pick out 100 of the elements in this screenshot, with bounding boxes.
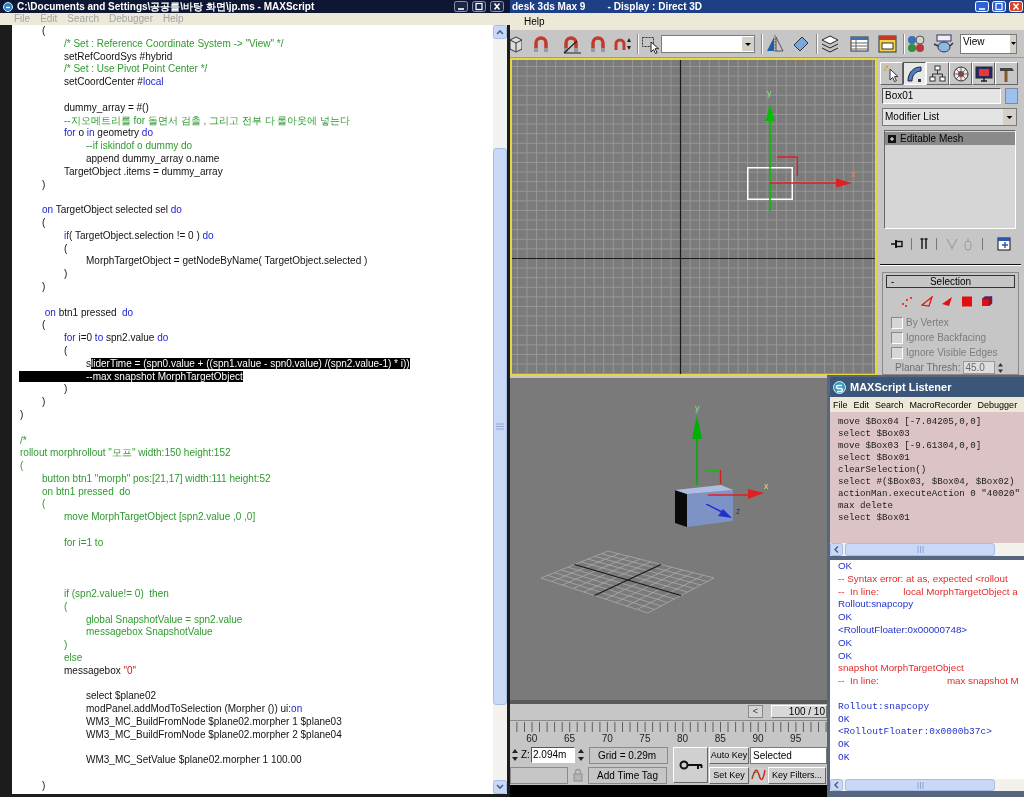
menu-item[interactable]: File <box>833 398 848 411</box>
menu-item[interactable]: Search <box>875 398 904 411</box>
code-line: on btn1 pressed do <box>42 485 131 499</box>
plane-handle[interactable] <box>705 469 722 484</box>
triangle-filled-icon[interactable] <box>941 296 953 307</box>
close-icon[interactable] <box>490 1 504 12</box>
output-line: <RolloutFloater:0x0000b37c> <box>838 726 993 740</box>
spinner-icon[interactable] <box>577 748 585 762</box>
code-line: ( <box>64 344 68 358</box>
output-line: -- In line: max snapshot M <box>838 675 1020 688</box>
rollout-title: Selection <box>928 276 973 287</box>
key-mode-dropdown[interactable]: Selected <box>750 746 827 764</box>
code-line: ( <box>42 319 46 333</box>
menu-item[interactable]: Help <box>524 15 545 28</box>
track-bar[interactable]: 60 65 70 75 80 85 90 95 <box>510 720 827 745</box>
code-line: ) <box>64 383 68 397</box>
box-object[interactable] <box>675 485 733 527</box>
plus-box-icon[interactable] <box>888 134 896 143</box>
code-line: select $Box03 <box>838 428 911 440</box>
input-field[interactable] <box>510 766 568 784</box>
table-icon[interactable] <box>850 33 869 54</box>
code-line: ( <box>42 498 46 512</box>
spheres-icon[interactable] <box>907 33 925 54</box>
output-line: OK <box>838 649 854 663</box>
tick-label: 85 <box>713 733 727 744</box>
coordinate-field[interactable]: 2.094m <box>531 747 575 763</box>
output-line: OK <box>838 739 851 752</box>
hierarchy-icon <box>928 64 947 83</box>
spinner-icon[interactable] <box>511 748 519 762</box>
scroll-up-icon[interactable] <box>493 25 507 39</box>
stacked-sheets-icon[interactable] <box>820 33 840 54</box>
minimize-icon[interactable] <box>454 1 468 12</box>
tick-label: 90 <box>751 733 765 744</box>
cube-icon[interactable] <box>981 296 993 307</box>
code-line: ) <box>42 280 46 294</box>
panel-tab[interactable] <box>903 62 926 85</box>
rollout-header[interactable]: - Selection <box>886 275 1015 288</box>
curve-icon[interactable] <box>750 767 767 783</box>
window-icon[interactable] <box>878 33 897 54</box>
menu-item[interactable]: Edit <box>853 398 870 411</box>
output-pane[interactable] <box>830 560 1024 779</box>
square-icon[interactable] <box>961 296 973 307</box>
magnet-icon[interactable] <box>532 33 550 54</box>
horizontal-scrollbar[interactable] <box>830 543 1024 556</box>
scrollbar-thumb[interactable] <box>493 148 507 705</box>
auto-key-button[interactable]: Auto Key <box>709 746 749 764</box>
code-line: ) <box>64 268 68 281</box>
scroll-down-icon[interactable] <box>493 780 507 794</box>
set-key-button[interactable]: Set Key <box>709 766 749 784</box>
code-line: ) <box>20 408 24 422</box>
bars-icon[interactable] <box>919 237 929 251</box>
stack-item[interactable]: Editable Mesh <box>885 132 1015 145</box>
time-slider-thumb[interactable]: 100 / 10 <box>771 705 827 718</box>
axis-label: x <box>764 482 769 491</box>
object-name-field[interactable]: Box01 <box>882 88 1001 104</box>
key-icon <box>678 759 703 771</box>
macro-recorder-pane[interactable]: move $Box04 [-7.04205,0,0] select $Box03 move $Box03 [-9.61304,0,0] select $Box01 clearSelection() select #($Box03, $Box04, $Box02) actionMan.executeAction 0 "40020" max delete select $Box01 <box>830 412 1024 543</box>
key-button[interactable] <box>673 747 708 783</box>
window-title: MAXScript Listener <box>850 380 952 394</box>
magnet-icon[interactable] <box>589 33 607 54</box>
maximize-icon[interactable] <box>472 1 486 12</box>
collapse-toggle[interactable]: - <box>887 276 899 287</box>
code-line: if (spn2.value!= 0) then <box>64 588 169 601</box>
code-line: --지오메트리를 for 돌면서 검출 , 그리고 전부 다 롤아웃에 넣는다 <box>64 114 351 128</box>
scroll-left-icon[interactable] <box>830 779 843 791</box>
magnet-angle-icon[interactable] <box>562 33 582 54</box>
horizontal-scrollbar[interactable] <box>830 779 1024 791</box>
time-tag-button[interactable]: Add Time Tag <box>588 766 667 784</box>
modifier-stack[interactable]: Editable Mesh <box>884 130 1016 229</box>
code-line: on TargetObject selected sel do <box>42 204 182 217</box>
output-line: Rollout:snapcopy <box>838 700 931 714</box>
grid-size-readout: Grid = 0.29m <box>589 746 668 764</box>
spinner-icon[interactable] <box>997 361 1005 374</box>
plane-handle[interactable] <box>777 156 799 176</box>
code-line: WM3_MC_BuildFromNode $plane02.morpher 1 $plane03 <box>86 716 342 729</box>
output-line: -- In line: local MorphTargetObject a <box>838 585 1019 599</box>
vertex-dots-icon[interactable] <box>901 296 913 307</box>
output-line: snapshot MorphTargetObject <box>838 662 965 676</box>
scrollbar-thumb[interactable] <box>845 779 995 791</box>
pin-icon[interactable] <box>890 237 904 251</box>
vertical-scrollbar[interactable] <box>493 25 507 794</box>
teapot-icon[interactable] <box>933 33 955 54</box>
scroll-left-icon[interactable] <box>830 543 843 556</box>
named-selection-dropdown[interactable] <box>661 34 755 53</box>
key-filters-button[interactable]: Key Filters... <box>768 766 826 784</box>
scrollbar-thumb[interactable] <box>845 543 995 556</box>
back-button[interactable]: < <box>748 705 763 718</box>
view-dropdown[interactable]: View <box>960 33 1017 54</box>
code-line: ( <box>42 25 46 38</box>
triangle-outline-icon[interactable] <box>921 296 933 307</box>
tick-label: 70 <box>600 733 614 744</box>
color-swatch-icon[interactable] <box>1005 88 1018 104</box>
code-line: ( <box>64 242 68 256</box>
menu-item[interactable]: Debugger <box>977 398 1018 411</box>
modifier-list-dropdown[interactable]: Modifier List <box>882 108 1017 126</box>
menu-item[interactable]: MacroRecorder <box>909 398 972 411</box>
window-grid-icon[interactable] <box>997 237 1011 251</box>
code-line: select $plane02 <box>86 690 157 704</box>
mirror-icon[interactable] <box>766 33 784 54</box>
coordinate-label: Z: <box>521 749 531 761</box>
